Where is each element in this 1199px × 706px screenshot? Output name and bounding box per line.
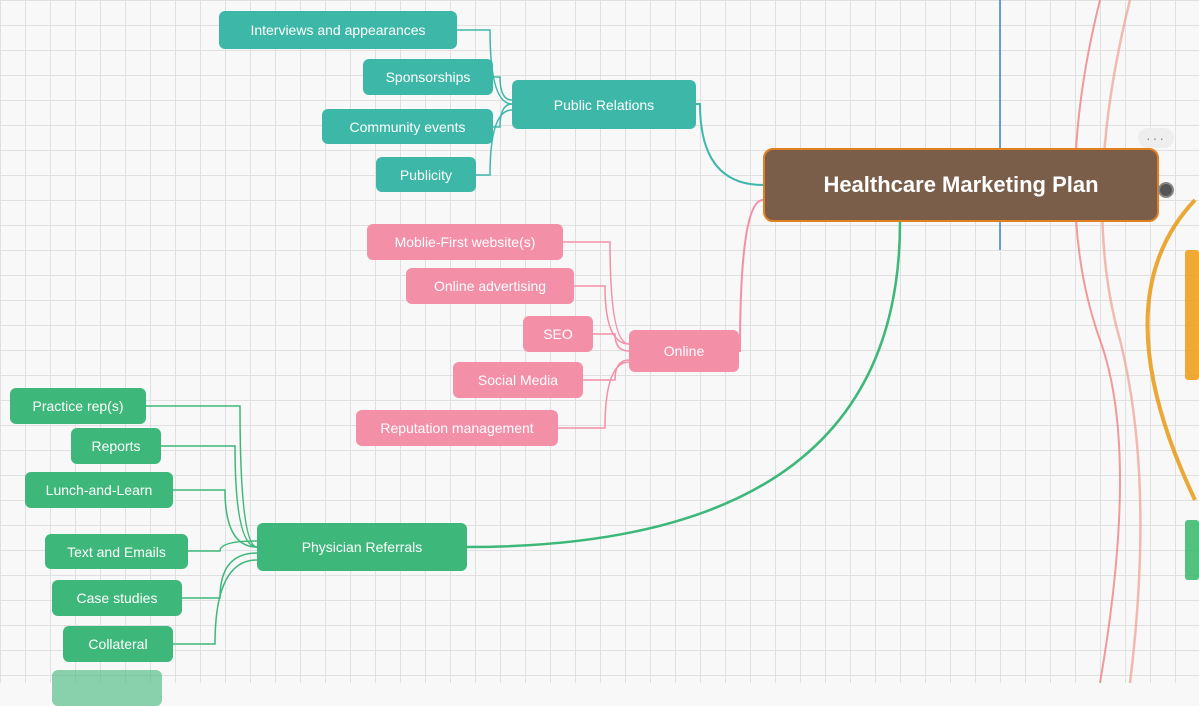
seo-node[interactable]: SEO [523,316,593,352]
online-advertising-node[interactable]: Online advertising [406,268,574,304]
reputation-management-node[interactable]: Reputation management [356,410,558,446]
public-relations-node[interactable]: Public Relations [512,80,696,129]
case-studies-node[interactable]: Case studies [52,580,182,616]
online-node[interactable]: Online [629,330,739,372]
collateral-node[interactable]: Collateral [63,626,173,662]
reports-node[interactable]: Reports [71,428,161,464]
publicity-node[interactable]: Publicity [376,157,476,192]
physician-referrals-node[interactable]: Physician Referrals [257,523,467,571]
social-media-node[interactable]: Social Media [453,362,583,398]
lunch-and-learn-node[interactable]: Lunch-and-Learn [25,472,173,508]
practice-reps-node[interactable]: Practice rep(s) [10,388,146,424]
main-node[interactable]: Healthcare Marketing Plan [763,148,1159,222]
context-menu-icon[interactable]: ··· [1138,128,1174,148]
bottom-partial-node[interactable] [52,670,162,706]
interviews-node[interactable]: Interviews and appearances [219,11,457,49]
text-and-emails-node[interactable]: Text and Emails [45,534,188,569]
sponsorships-node[interactable]: Sponsorships [363,59,493,95]
mobile-first-node[interactable]: Moblie-First website(s) [367,224,563,260]
main-node-connector [1158,182,1174,198]
community-events-node[interactable]: Community events [322,109,493,144]
